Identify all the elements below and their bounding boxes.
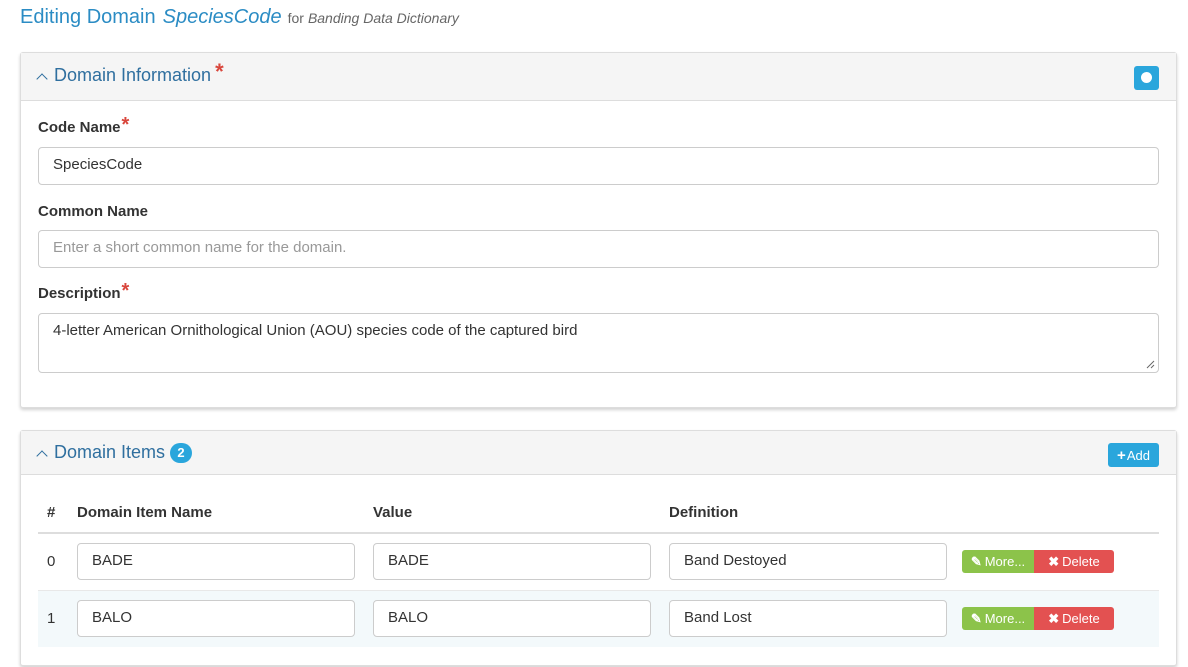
chevron-up-icon bbox=[36, 449, 48, 462]
page-title-prefix: Editing Domain bbox=[20, 6, 156, 28]
item-name-input[interactable]: BALO bbox=[77, 600, 355, 638]
page-title: Editing Domain SpeciesCode for Banding D… bbox=[20, 6, 459, 34]
page-title-dictionary: Banding Data Dictionary bbox=[307, 10, 459, 26]
times-icon: ✖ bbox=[1048, 610, 1060, 626]
table-header-row: # Domain Item Name Value Definition bbox=[38, 493, 1159, 534]
times-icon: ✖ bbox=[1048, 553, 1060, 569]
add-button-label: Add bbox=[1126, 447, 1150, 463]
domain-items-toggle[interactable]: Domain Items 2 bbox=[36, 442, 193, 463]
pencil-icon: ✎ bbox=[970, 553, 982, 569]
pencil-icon: ✎ bbox=[970, 610, 982, 626]
domain-items-panel: Domain Items 2 + Add # Domain Item Name … bbox=[20, 430, 1177, 666]
resize-handle-icon[interactable] bbox=[1145, 359, 1155, 369]
item-count-badge: 2 bbox=[170, 442, 193, 463]
description-text: 4-letter American Ornithological Union (… bbox=[53, 322, 578, 339]
domain-information-title: Domain Information bbox=[54, 65, 212, 85]
row-actions: ✎ More... ✖ Delete bbox=[962, 550, 1150, 574]
domain-items-table: # Domain Item Name Value Definition 0 BA… bbox=[38, 493, 1159, 647]
add-item-button[interactable]: + Add bbox=[1108, 443, 1159, 467]
delete-button[interactable]: ✖ Delete bbox=[1034, 550, 1114, 574]
domain-items-heading: Domain Items 2 + Add bbox=[21, 431, 1176, 475]
circle-toggle-icon bbox=[1141, 72, 1152, 83]
row-actions: ✎ More... ✖ Delete bbox=[962, 607, 1150, 631]
code-name-field[interactable]: SpeciesCode bbox=[38, 147, 1159, 185]
required-asterisk: * bbox=[215, 58, 224, 84]
common-name-field[interactable]: Enter a short common name for the domain… bbox=[38, 230, 1159, 268]
domain-items-title: Domain Items bbox=[54, 442, 166, 462]
row-index: 1 bbox=[38, 589, 68, 647]
description-label: Description * bbox=[38, 279, 130, 303]
domain-information-panel: Domain Information * Code Name * SpeciesC… bbox=[20, 52, 1177, 408]
column-header-value: Value bbox=[364, 493, 660, 534]
common-name-label: Common Name bbox=[38, 203, 149, 220]
item-definition-input[interactable]: Band Destoyed bbox=[669, 543, 947, 581]
item-value-input[interactable]: BADE bbox=[373, 543, 651, 581]
more-button[interactable]: ✎ More... bbox=[962, 550, 1034, 574]
page-title-for: for bbox=[287, 10, 304, 26]
plus-icon: + bbox=[1117, 446, 1126, 464]
more-button[interactable]: ✎ More... bbox=[962, 607, 1034, 631]
domain-information-heading: Domain Information * bbox=[21, 53, 1176, 101]
panel-toggle-button[interactable] bbox=[1134, 66, 1159, 90]
chevron-up-icon bbox=[36, 72, 48, 85]
item-value-input[interactable]: BALO bbox=[373, 600, 651, 638]
column-header-index: # bbox=[38, 493, 68, 534]
domain-information-toggle[interactable]: Domain Information * bbox=[36, 58, 224, 86]
column-header-name: Domain Item Name bbox=[68, 493, 364, 534]
page-title-domain-code: SpeciesCode bbox=[162, 6, 282, 28]
item-name-input[interactable]: BADE bbox=[77, 543, 355, 581]
table-row: 0 BADE BADE Band Destoyed ✎ More... ✖ De… bbox=[38, 532, 1159, 590]
code-name-label: Code Name * bbox=[38, 113, 130, 137]
delete-button[interactable]: ✖ Delete bbox=[1034, 607, 1114, 631]
column-header-actions bbox=[956, 493, 1159, 534]
row-index: 0 bbox=[38, 532, 68, 590]
table-row: 1 BALO BALO Band Lost ✎ More... ✖ Delete bbox=[38, 589, 1159, 647]
item-definition-input[interactable]: Band Lost bbox=[669, 600, 947, 638]
column-header-definition: Definition bbox=[660, 493, 956, 534]
description-textarea[interactable]: 4-letter American Ornithological Union (… bbox=[38, 313, 1159, 373]
